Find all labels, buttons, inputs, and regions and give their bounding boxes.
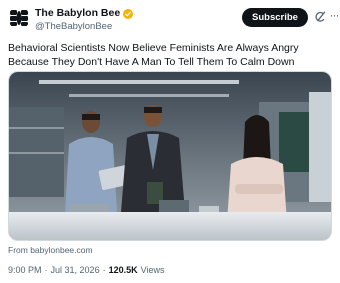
avatar[interactable] — [8, 7, 30, 29]
meta-separator: · — [44, 265, 48, 275]
article-thumbnail-image — [9, 72, 331, 240]
tweet-text: Behavioral Scientists Now Believe Femini… — [8, 42, 299, 68]
handle[interactable]: @TheBabylonBee — [35, 21, 133, 33]
grok-icon[interactable] — [314, 11, 326, 23]
tweet-header: The Babylon Bee @TheBabylonBee Subscribe… — [8, 6, 340, 34]
tweet-date[interactable]: Jul 31, 2026 — [51, 264, 100, 276]
tweet-meta: 9:00 PM · Jul 31, 2026 · 120.5K Views — [8, 264, 164, 276]
tweet-media[interactable] — [8, 71, 332, 241]
subscribe-button[interactable]: Subscribe — [242, 8, 308, 27]
meta-separator: · — [102, 265, 106, 275]
verified-badge-icon — [123, 8, 134, 19]
display-name[interactable]: The Babylon Bee — [35, 7, 120, 20]
more-icon[interactable]: ··· — [328, 9, 340, 23]
views-label: Views — [140, 265, 165, 275]
tweet-time[interactable]: 9:00 PM — [8, 264, 42, 276]
author-names: The Babylon Bee @TheBabylonBee — [35, 7, 134, 33]
views-count: 120.5K — [108, 265, 138, 275]
babylon-bee-logo-icon — [10, 10, 28, 26]
link-source[interactable]: From babylonbee.com — [8, 245, 93, 256]
display-name-row: The Babylon Bee — [35, 7, 134, 20]
